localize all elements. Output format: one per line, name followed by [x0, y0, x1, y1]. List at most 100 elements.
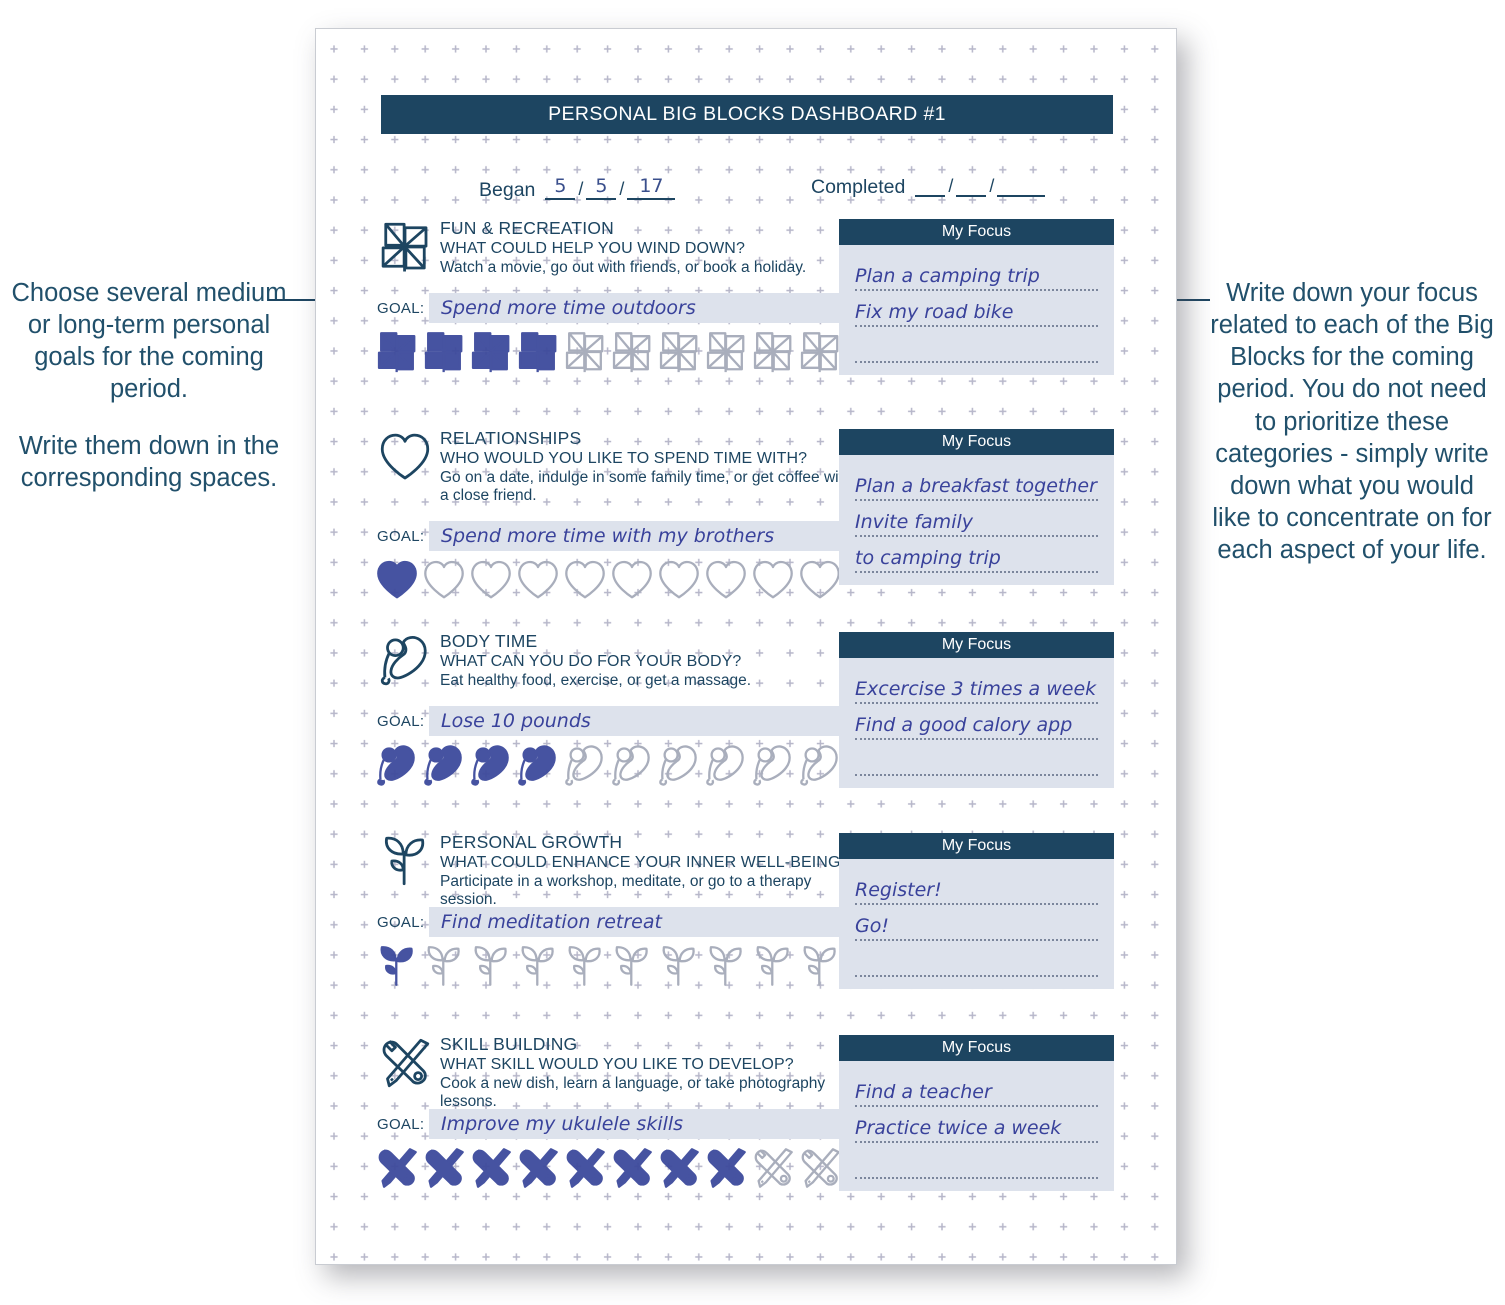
began-month-input[interactable]: 5: [545, 177, 576, 200]
goal-input[interactable]: Lose 10 pounds: [429, 706, 847, 736]
tracker-tick-empty[interactable]: [703, 557, 750, 609]
completed-year-input[interactable]: [997, 193, 1046, 197]
focus-line[interactable]: Find a teacher: [855, 1071, 1098, 1107]
tracker-tick-filled[interactable]: [374, 1145, 421, 1197]
tracker-tick-empty[interactable]: [609, 557, 656, 609]
began-year-input[interactable]: 17: [627, 177, 676, 200]
tracker-tick-filled[interactable]: [562, 1145, 609, 1197]
tracker-tick-empty[interactable]: [797, 557, 844, 609]
big-block-text: PERSONAL GROWTH WHAT COULD ENHANCE YOUR I…: [440, 832, 860, 910]
big-block-question: WHAT SKILL WOULD YOU LIKE TO DEVELOP?: [440, 1056, 794, 1074]
tracker-tick-filled[interactable]: [468, 742, 515, 794]
tracker-tick-filled[interactable]: [515, 742, 562, 794]
tracker-tick-filled[interactable]: [421, 329, 468, 381]
my-focus-body: Find a teacher Practice twice a week: [839, 1061, 1114, 1191]
tracker-tick-empty[interactable]: [750, 1145, 797, 1197]
tracker-tick-empty[interactable]: [797, 943, 844, 995]
left-annotation-paragraph-1: Choose several medium or long-term perso…: [11, 279, 287, 404]
completed-month-input[interactable]: [915, 193, 946, 197]
tracker-tick-empty[interactable]: [656, 943, 703, 995]
worksheet-page: PERSONAL BIG BLOCKS DASHBOARD #1 Began 5…: [315, 28, 1177, 1265]
big-block-title: FUN & RECREATION: [440, 218, 614, 238]
tracker-tick-empty[interactable]: [468, 557, 515, 609]
tracker-tick-filled[interactable]: [421, 742, 468, 794]
focus-line[interactable]: Fix my road bike: [855, 291, 1098, 327]
tracker-tick-filled[interactable]: [703, 1145, 750, 1197]
completed-sep-1: /: [948, 176, 954, 196]
focus-line[interactable]: Find a good calory app: [855, 704, 1098, 740]
left-annotation: Choose several medium or long-term perso…: [8, 277, 290, 494]
tracker-tick-filled[interactable]: [468, 329, 515, 381]
tracker-tick-filled[interactable]: [656, 1145, 703, 1197]
began-day-input[interactable]: 5: [586, 177, 617, 200]
tracker-tick-filled[interactable]: [374, 329, 421, 381]
tracker-tick-empty[interactable]: [750, 742, 797, 794]
goal-input[interactable]: Spend more time with my brothers: [429, 521, 847, 551]
goal-row: GOAL: Lose 10 pounds: [377, 706, 847, 736]
tracker-tick-empty[interactable]: [703, 329, 750, 381]
tracker-tick-filled[interactable]: [609, 1145, 656, 1197]
big-block-question: WHAT COULD HELP YOU WIND DOWN?: [440, 240, 745, 258]
goal-value: Find meditation retreat: [441, 911, 662, 933]
tracker-tick-empty[interactable]: [656, 742, 703, 794]
my-focus-body: Plan a camping trip Fix my road bike: [839, 245, 1114, 375]
focus-line[interactable]: Invite family: [855, 501, 1098, 537]
tracker-tick-empty[interactable]: [515, 557, 562, 609]
focus-line[interactable]: to camping trip: [855, 537, 1098, 573]
focus-line[interactable]: Excercise 3 times a week: [855, 668, 1098, 704]
tracker-tick-empty[interactable]: [656, 329, 703, 381]
tracker-tick-filled[interactable]: [468, 1145, 515, 1197]
tracker-tick-filled[interactable]: [515, 1145, 562, 1197]
tracker-tick-empty[interactable]: [797, 1145, 844, 1197]
focus-line-text: Fix my road bike: [855, 301, 1014, 323]
focus-line[interactable]: [855, 327, 1098, 363]
my-focus-header: My Focus: [839, 1035, 1114, 1061]
tracker-tick-empty[interactable]: [656, 557, 703, 609]
focus-line[interactable]: Plan a breakfast together: [855, 465, 1098, 501]
tracker-tick-empty[interactable]: [797, 329, 844, 381]
completed-date-field: Completed / /: [811, 176, 1046, 197]
tracker-tick-filled[interactable]: [374, 943, 421, 995]
focus-line[interactable]: Practice twice a week: [855, 1107, 1098, 1143]
focus-line-text: Invite family: [855, 511, 973, 533]
sprout-icon: [377, 833, 433, 889]
tracker-tick-filled[interactable]: [374, 742, 421, 794]
focus-line[interactable]: Register!: [855, 869, 1098, 905]
tracker-tick-empty[interactable]: [703, 943, 750, 995]
tracker-tick-empty[interactable]: [562, 329, 609, 381]
tracker-tick-empty[interactable]: [421, 943, 468, 995]
tracker-tick-empty[interactable]: [750, 329, 797, 381]
tracker-tick-empty[interactable]: [703, 742, 750, 794]
tracker-tick-empty[interactable]: [750, 557, 797, 609]
tracker-tick-empty[interactable]: [750, 943, 797, 995]
tracker-tick-empty[interactable]: [515, 943, 562, 995]
progress-tracker: [374, 557, 844, 609]
tracker-tick-empty[interactable]: [468, 943, 515, 995]
goal-label: GOAL:: [377, 527, 425, 545]
focus-line[interactable]: Go!: [855, 905, 1098, 941]
completed-day-input[interactable]: [956, 193, 987, 197]
focus-line[interactable]: [855, 1143, 1098, 1179]
tracker-tick-empty[interactable]: [421, 557, 468, 609]
tracker-tick-empty[interactable]: [609, 943, 656, 995]
tracker-tick-empty[interactable]: [562, 557, 609, 609]
goal-input[interactable]: Improve my ukulele skills: [429, 1109, 847, 1139]
tracker-tick-empty[interactable]: [562, 742, 609, 794]
tracker-tick-filled[interactable]: [421, 1145, 468, 1197]
tracker-tick-empty[interactable]: [562, 943, 609, 995]
my-focus-body: Plan a breakfast together Invite family to…: [839, 455, 1114, 585]
tracker-tick-filled[interactable]: [515, 329, 562, 381]
tracker-tick-empty[interactable]: [609, 329, 656, 381]
my-focus-panel: My Focus Plan a breakfast together Invite …: [839, 429, 1114, 585]
goal-input[interactable]: Find meditation retreat: [429, 907, 847, 937]
goal-input[interactable]: Spend more time outdoors: [429, 293, 847, 323]
focus-line[interactable]: [855, 740, 1098, 776]
tracker-tick-empty[interactable]: [797, 742, 844, 794]
focus-line[interactable]: [855, 941, 1098, 977]
tools-icon: [377, 1035, 433, 1091]
goal-value: Improve my ukulele skills: [441, 1113, 684, 1135]
focus-line[interactable]: Plan a camping trip: [855, 255, 1098, 291]
tracker-tick-filled[interactable]: [374, 557, 421, 609]
big-block-question: WHAT CAN YOU DO FOR YOUR BODY?: [440, 653, 742, 671]
tracker-tick-empty[interactable]: [609, 742, 656, 794]
